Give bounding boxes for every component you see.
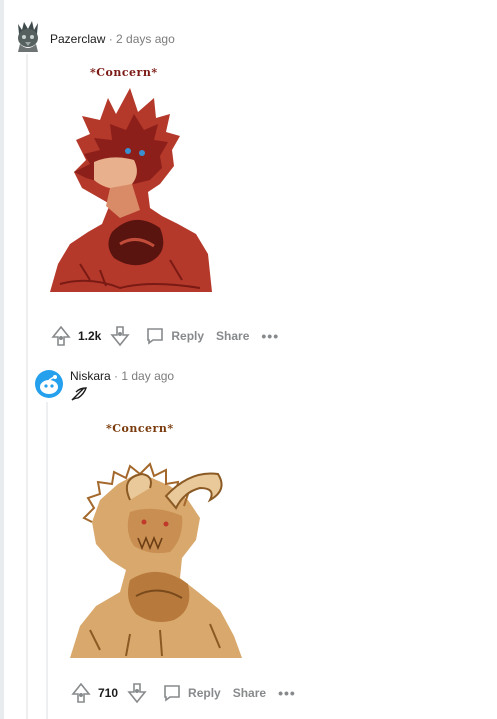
comment-author[interactable]: Pazerclaw bbox=[50, 32, 105, 46]
comment-image-horned-beast[interactable] bbox=[70, 460, 242, 660]
comment-timestamp[interactable]: 1 day ago bbox=[121, 369, 174, 383]
reply-button[interactable]: Reply bbox=[145, 326, 204, 346]
meta-separator: · bbox=[108, 32, 113, 46]
image-caption: *Concern* bbox=[90, 66, 158, 79]
vote-score: 1.2k bbox=[78, 329, 102, 343]
ellipsis-icon[interactable]: ••• bbox=[261, 328, 279, 344]
reply-label: Reply bbox=[171, 329, 205, 343]
feather-quill-icon bbox=[71, 387, 87, 401]
ellipsis-icon[interactable]: ••• bbox=[278, 685, 296, 701]
comment-timestamp[interactable]: 2 days ago bbox=[116, 32, 175, 46]
reply-button[interactable]: Reply bbox=[162, 683, 221, 703]
comment-actions-2: 710 Reply Share ••• bbox=[70, 681, 296, 705]
comment-meta-2: Niskara · 1 day ago bbox=[70, 368, 174, 384]
comment-meta-1: Pazerclaw · 2 days ago bbox=[50, 31, 175, 47]
vote-score: 710 bbox=[98, 686, 119, 700]
speech-bubble-icon bbox=[164, 685, 180, 702]
downvote-arrow-icon[interactable] bbox=[126, 682, 148, 704]
image-caption: *Concern* bbox=[106, 422, 174, 435]
comment-author[interactable]: Niskara bbox=[70, 369, 111, 383]
reply-label: Reply bbox=[188, 686, 221, 700]
downvote-arrow-icon[interactable] bbox=[109, 325, 131, 347]
thread-line-comment-2[interactable] bbox=[46, 402, 48, 719]
share-button[interactable]: Share bbox=[233, 686, 266, 700]
upvote-arrow-icon[interactable] bbox=[70, 682, 92, 704]
speech-bubble-icon bbox=[147, 328, 164, 345]
user-avatar-pazerclaw[interactable] bbox=[14, 18, 42, 52]
upvote-arrow-icon[interactable] bbox=[50, 325, 72, 347]
thread-line-comment-1[interactable] bbox=[26, 54, 28, 719]
page-left-edge bbox=[0, 0, 4, 719]
comment-image-red-dragon[interactable] bbox=[50, 84, 214, 302]
comment-actions-1: 1.2k Reply Share ••• bbox=[50, 324, 279, 348]
user-avatar-niskara[interactable] bbox=[35, 370, 63, 398]
share-button[interactable]: Share bbox=[216, 329, 249, 343]
meta-separator: · bbox=[114, 369, 119, 383]
